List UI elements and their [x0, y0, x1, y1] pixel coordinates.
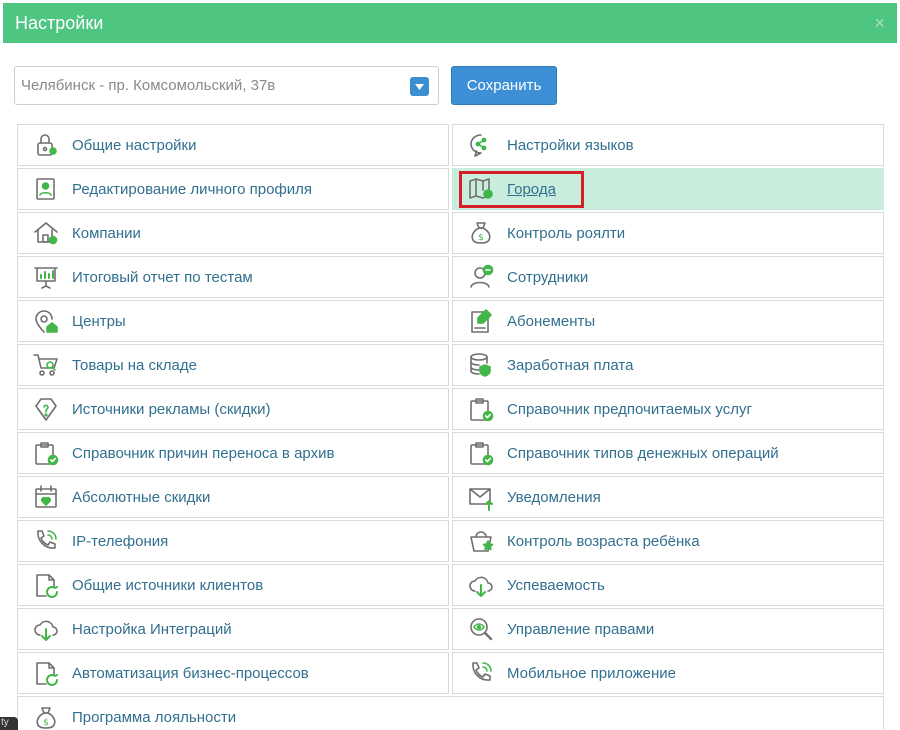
settings-item-label[interactable]: Управление правами — [507, 621, 654, 638]
settings-grid: Общие настройки Настройки языков Редактиро… — [17, 124, 884, 730]
money-bag-icon: $ — [32, 704, 60, 730]
modal-title: Настройки — [15, 12, 104, 33]
settings-item-label[interactable]: Программа лояльности — [72, 709, 236, 726]
chevron-down-icon[interactable] — [410, 77, 429, 96]
settings-item[interactable]: Абонементы — [452, 300, 884, 342]
settings-item[interactable]: Успеваемость — [452, 564, 884, 606]
settings-item-label[interactable]: Успеваемость — [507, 577, 605, 594]
svg-text:$: $ — [43, 718, 49, 728]
cart-search-icon — [32, 351, 60, 379]
settings-item[interactable]: Общие настройки — [17, 124, 449, 166]
settings-item-label[interactable]: IP-телефония — [72, 533, 168, 550]
settings-item[interactable]: Настройка Интеграций — [17, 608, 449, 650]
calendar-heart-icon — [32, 483, 60, 511]
toolbar: Челябинск - пр. Комсомольский, 37в Сохра… — [14, 66, 884, 106]
settings-item[interactable]: IP-телефония — [17, 520, 449, 562]
employee-icon — [467, 263, 495, 291]
corner-tab: ty — [0, 717, 18, 730]
close-icon[interactable]: × — [874, 14, 885, 32]
settings-item[interactable]: Редактирование личного профиля — [17, 168, 449, 210]
settings-item[interactable]: $ Программа лояльности — [17, 696, 884, 730]
cloud-download-icon — [467, 571, 495, 599]
chat-share-icon — [467, 131, 495, 159]
settings-item[interactable]: $ Контроль роялти — [452, 212, 884, 254]
question-tag-icon — [32, 395, 60, 423]
settings-item[interactable]: Настройки языков — [452, 124, 884, 166]
save-button[interactable]: Сохранить — [451, 66, 557, 105]
settings-item[interactable]: Сотрудники — [452, 256, 884, 298]
settings-item-label[interactable]: Товары на складе — [72, 357, 197, 374]
settings-item-label[interactable]: Справочник предпочитаемых услуг — [507, 401, 752, 418]
location-home-icon — [32, 307, 60, 335]
settings-item-label[interactable]: Настройка Интеграций — [72, 621, 232, 638]
settings-item-label[interactable]: Контроль роялти — [507, 225, 625, 242]
settings-item[interactable]: Справочник предпочитаемых услуг — [452, 388, 884, 430]
modal-header: Настройки × — [3, 3, 897, 43]
settings-item[interactable]: Общие источники клиентов — [17, 564, 449, 606]
settings-item[interactable]: Управление правами — [452, 608, 884, 650]
settings-item[interactable]: Итоговый отчет по тестам — [17, 256, 449, 298]
settings-item[interactable]: Источники рекламы (скидки) — [17, 388, 449, 430]
settings-item[interactable]: Справочник типов денежных операций — [452, 432, 884, 474]
settings-item-label[interactable]: Заработная плата — [507, 357, 633, 374]
settings-item[interactable]: Абсолютные скидки — [17, 476, 449, 518]
settings-item-label[interactable]: Центры — [72, 313, 126, 330]
lock-key-icon — [32, 131, 60, 159]
eye-search-icon — [467, 615, 495, 643]
settings-item-label[interactable]: Абсолютные скидки — [72, 489, 210, 506]
settings-item[interactable]: Заработная плата — [452, 344, 884, 386]
settings-item[interactable]: Компании — [17, 212, 449, 254]
presentation-chart-icon — [32, 263, 60, 291]
settings-item-label[interactable]: Общие настройки — [72, 137, 197, 154]
svg-text:$: $ — [478, 233, 484, 243]
cloud-download-icon — [32, 615, 60, 643]
settings-item[interactable]: Города — [452, 168, 884, 210]
envelope-arrow-icon — [467, 483, 495, 511]
settings-item-label[interactable]: Уведомления — [507, 489, 601, 506]
clipboard-check-icon — [32, 439, 60, 467]
settings-item[interactable]: Центры — [17, 300, 449, 342]
document-edit-icon — [467, 307, 495, 335]
settings-item[interactable]: Справочник причин переноса в архив — [17, 432, 449, 474]
database-shield-icon — [467, 351, 495, 379]
settings-item[interactable]: Товары на складе — [17, 344, 449, 386]
settings-item-label[interactable]: Контроль возраста ребёнка — [507, 533, 700, 550]
settings-item-label[interactable]: Сотрудники — [507, 269, 588, 286]
settings-item-label[interactable]: Компании — [72, 225, 141, 242]
settings-item-label[interactable]: Справочник типов денежных операций — [507, 445, 779, 462]
settings-item-label[interactable]: Мобильное приложение — [507, 665, 676, 682]
clipboard-check-icon — [467, 439, 495, 467]
house-icon — [32, 219, 60, 247]
settings-item-label[interactable]: Источники рекламы (скидки) — [72, 401, 270, 418]
settings-item-label[interactable]: Редактирование личного профиля — [72, 181, 312, 198]
phone-signal-icon — [467, 659, 495, 687]
settings-item-label[interactable]: Итоговый отчет по тестам — [72, 269, 253, 286]
map-pin-icon — [467, 175, 495, 203]
clipboard-check-icon — [467, 395, 495, 423]
phone-signal-icon — [32, 527, 60, 555]
location-select[interactable]: Челябинск - пр. Комсомольский, 37в — [14, 66, 439, 105]
settings-item[interactable]: Контроль возраста ребёнка — [452, 520, 884, 562]
settings-item-label[interactable]: Справочник причин переноса в архив — [72, 445, 334, 462]
settings-item[interactable]: Уведомления — [452, 476, 884, 518]
basket-star-icon — [467, 527, 495, 555]
settings-item-label[interactable]: Города — [507, 181, 556, 198]
settings-item-label[interactable]: Общие источники клиентов — [72, 577, 263, 594]
settings-item-label[interactable]: Абонементы — [507, 313, 595, 330]
settings-item-label[interactable]: Автоматизация бизнес-процессов — [72, 665, 309, 682]
profile-card-icon — [32, 175, 60, 203]
money-bag-icon: $ — [467, 219, 495, 247]
settings-item[interactable]: Мобильное приложение — [452, 652, 884, 694]
settings-item[interactable]: Автоматизация бизнес-процессов — [17, 652, 449, 694]
settings-item-label[interactable]: Настройки языков — [507, 137, 634, 154]
file-refresh-icon — [32, 659, 60, 687]
file-refresh-icon — [32, 571, 60, 599]
location-select-value: Челябинск - пр. Комсомольский, 37в — [21, 77, 276, 94]
